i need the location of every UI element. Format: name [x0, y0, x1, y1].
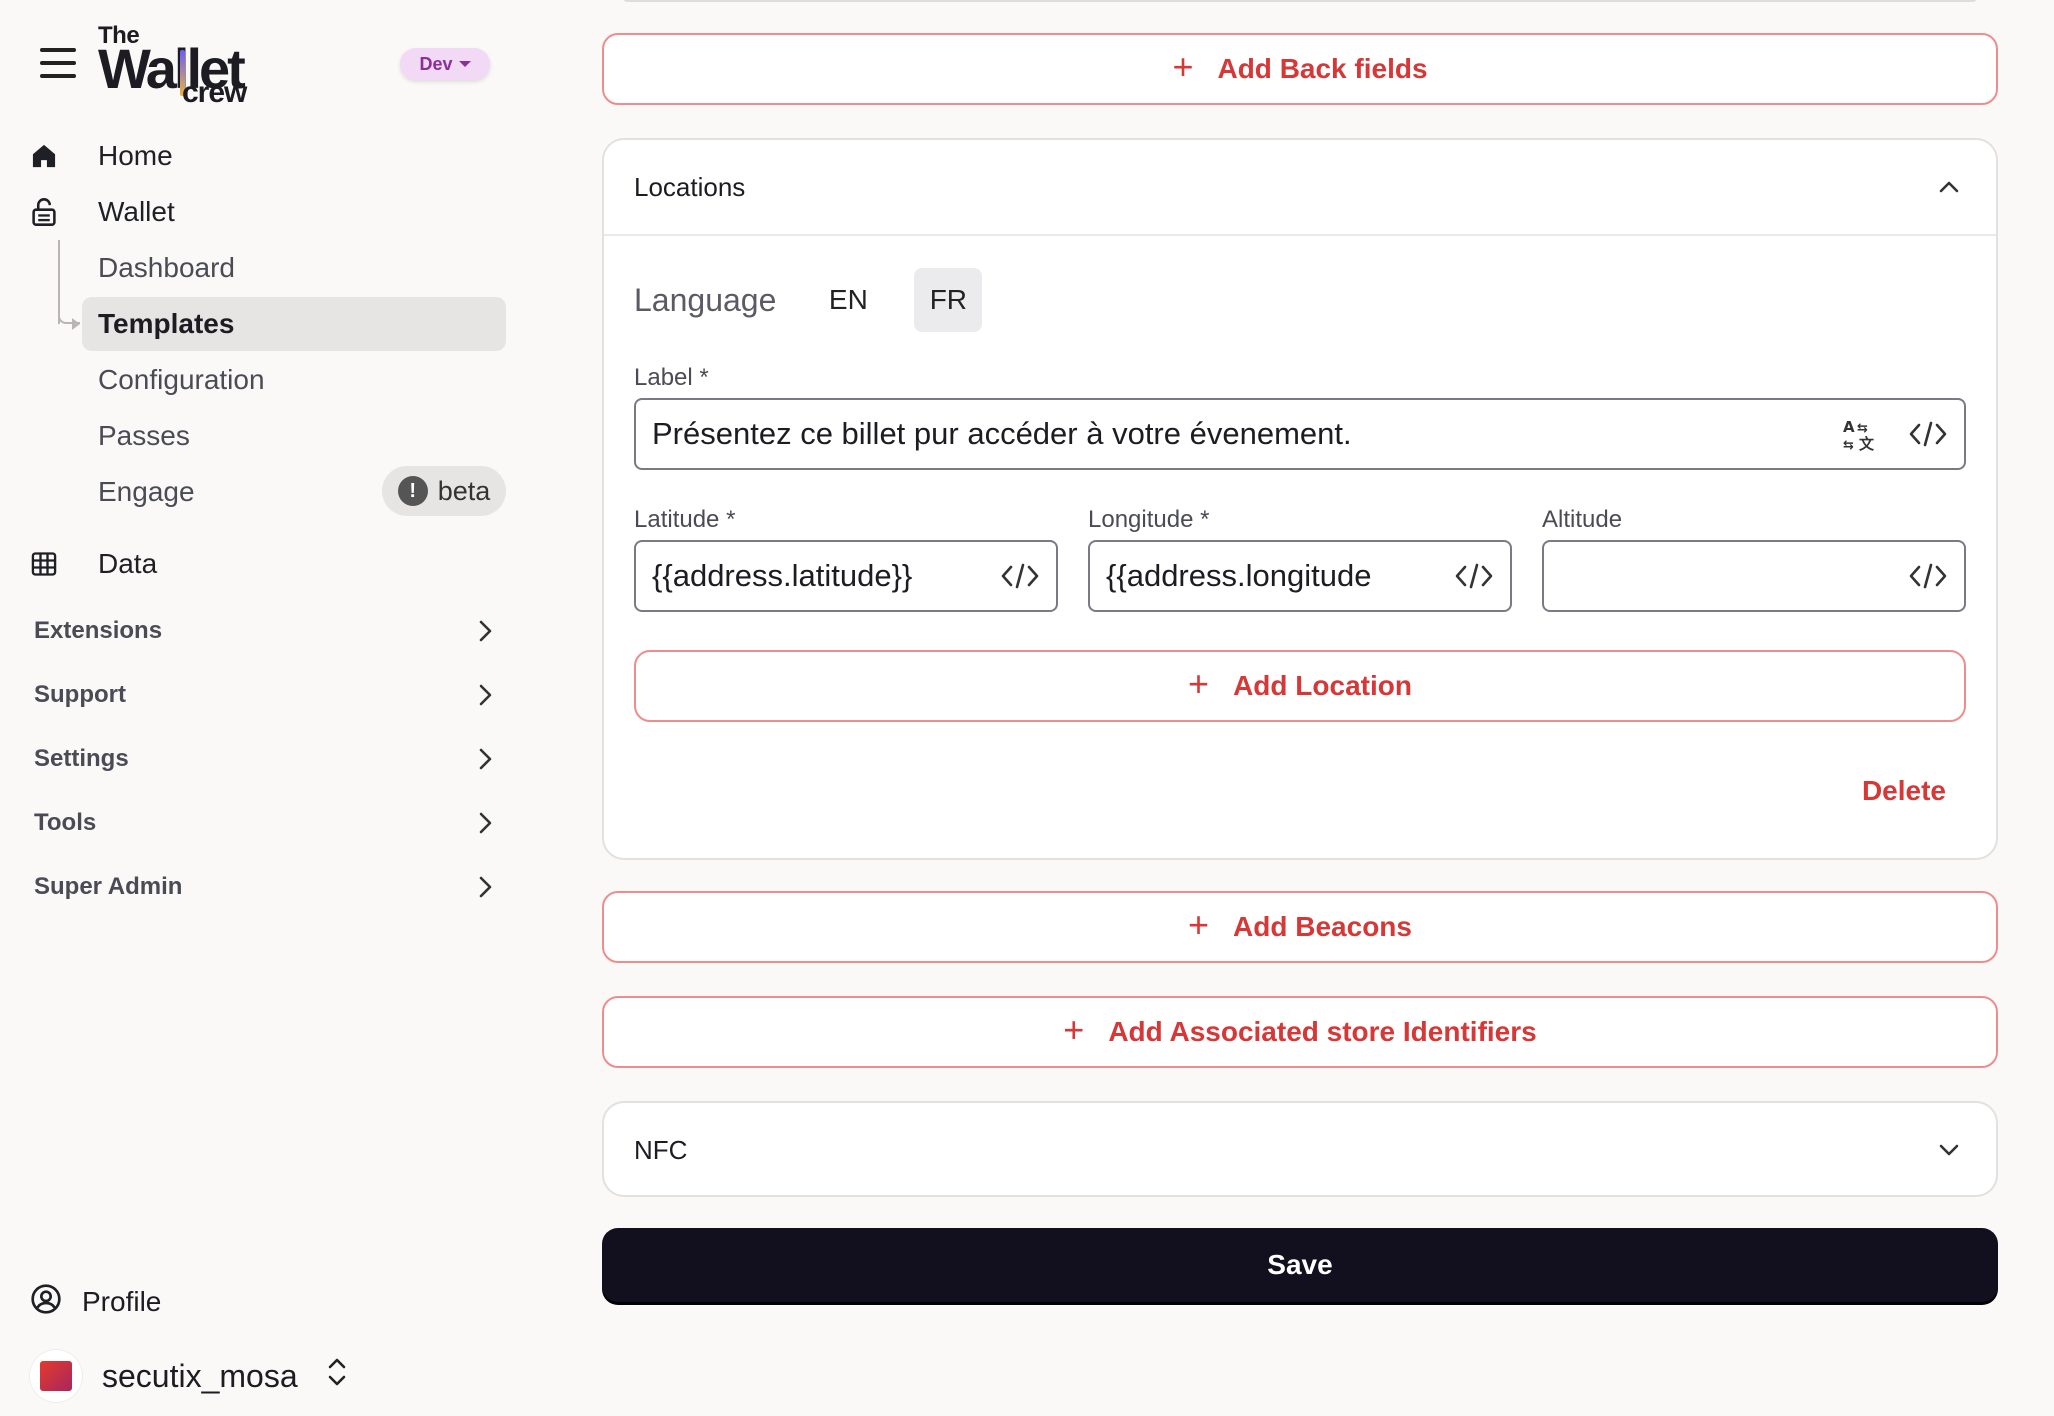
avatar: [30, 1350, 82, 1402]
longitude-label: Longitude *: [1088, 506, 1210, 533]
chevron-right-icon: [470, 616, 500, 646]
translate-icon[interactable]: A ⇆ ⇆ 文: [1838, 414, 1878, 454]
code-icon[interactable]: [1000, 556, 1040, 596]
latitude-label: Latitude *: [634, 506, 736, 533]
altitude-label: Altitude: [1542, 506, 1623, 533]
altitude-input[interactable]: [1542, 540, 1966, 612]
nav-item-passes[interactable]: Passes: [82, 409, 506, 463]
code-icon[interactable]: [1454, 556, 1494, 596]
plus-icon: +: [1188, 663, 1210, 704]
divider: [604, 234, 1996, 236]
beta-badge: ! beta: [382, 466, 506, 516]
svg-text:⇆: ⇆: [1857, 421, 1868, 436]
label-input[interactable]: Présentez ce billet pur accéder à votre …: [634, 398, 1966, 470]
caret-down-icon: [458, 61, 471, 67]
nav-item-configuration[interactable]: Configuration: [82, 353, 506, 407]
code-icon[interactable]: [1908, 414, 1948, 454]
alert-icon: !: [397, 476, 428, 506]
svg-text:文: 文: [1859, 435, 1874, 451]
lock-open-icon: [30, 197, 78, 227]
delete-button[interactable]: Delete: [1862, 775, 1946, 807]
chevron-right-icon: [470, 744, 500, 774]
svg-text:A: A: [1843, 418, 1855, 436]
chevron-up-icon: [1932, 170, 1966, 204]
nav-group-support[interactable]: Support: [34, 673, 500, 717]
nfc-header[interactable]: NFC: [604, 1103, 1996, 1197]
environment-selector[interactable]: Dev: [400, 48, 490, 80]
tree-arrow-head-icon: [72, 318, 80, 330]
chevron-right-icon: [470, 680, 500, 710]
locations-card: Locations Language EN FR Label * Présent…: [602, 138, 1998, 860]
user-circle-icon: [30, 1283, 62, 1322]
app-page: The Wallet crew Dev Home Wallet Dashboar…: [0, 0, 2054, 1416]
nav-item-home[interactable]: Home: [30, 132, 173, 180]
code-icon[interactable]: [1908, 556, 1948, 596]
nav-item-templates[interactable]: Templates: [82, 297, 506, 351]
nav-item-dashboard[interactable]: Dashboard: [82, 241, 506, 295]
nav-group-settings[interactable]: Settings: [34, 737, 500, 781]
longitude-input[interactable]: {{address.longitude: [1088, 540, 1512, 612]
chevron-right-icon: [470, 808, 500, 838]
svg-text:⇆: ⇆: [1843, 438, 1854, 451]
nav-item-data[interactable]: Data: [30, 540, 157, 588]
chevron-right-icon: [470, 872, 500, 902]
language-tab-en[interactable]: EN: [814, 268, 882, 332]
previous-card-edge: [622, 0, 1978, 2]
logo[interactable]: The Wallet crew: [98, 22, 268, 109]
locations-header[interactable]: Locations: [604, 140, 1996, 234]
latitude-input[interactable]: {{address.latitude}}: [634, 540, 1058, 612]
nav-group-extensions[interactable]: Extensions: [34, 609, 500, 653]
nfc-card: NFC: [602, 1101, 1998, 1197]
account-switcher[interactable]: secutix_mosa: [30, 1348, 348, 1404]
sidebar: The Wallet crew Dev Home Wallet Dashboar…: [0, 0, 540, 1416]
nav-group-super-admin[interactable]: Super Admin: [34, 865, 500, 909]
language-tab-fr[interactable]: FR: [914, 268, 983, 332]
plus-icon: +: [1063, 1009, 1085, 1050]
add-beacons-button[interactable]: + Add Beacons: [602, 891, 1998, 963]
language-selector: Language EN FR: [634, 268, 983, 332]
add-location-button[interactable]: + Add Location: [634, 650, 1966, 722]
chevron-down-icon: [1932, 1133, 1966, 1167]
add-associated-store-identifiers-button[interactable]: + Add Associated store Identifiers: [602, 996, 1998, 1068]
plus-icon: +: [1172, 46, 1194, 87]
home-icon: [30, 142, 78, 170]
add-back-fields-button[interactable]: + Add Back fields: [602, 33, 1998, 105]
table-icon: [30, 550, 78, 578]
label-field-label: Label *: [634, 364, 709, 391]
hamburger-menu-icon[interactable]: [40, 48, 76, 80]
nav-item-wallet[interactable]: Wallet: [30, 188, 175, 236]
chevron-up-down-icon: [326, 1355, 348, 1397]
save-button[interactable]: Save: [602, 1228, 1998, 1302]
nav-item-profile[interactable]: Profile: [30, 1278, 161, 1326]
nav-group-tools[interactable]: Tools: [34, 801, 500, 845]
plus-icon: +: [1188, 904, 1210, 945]
